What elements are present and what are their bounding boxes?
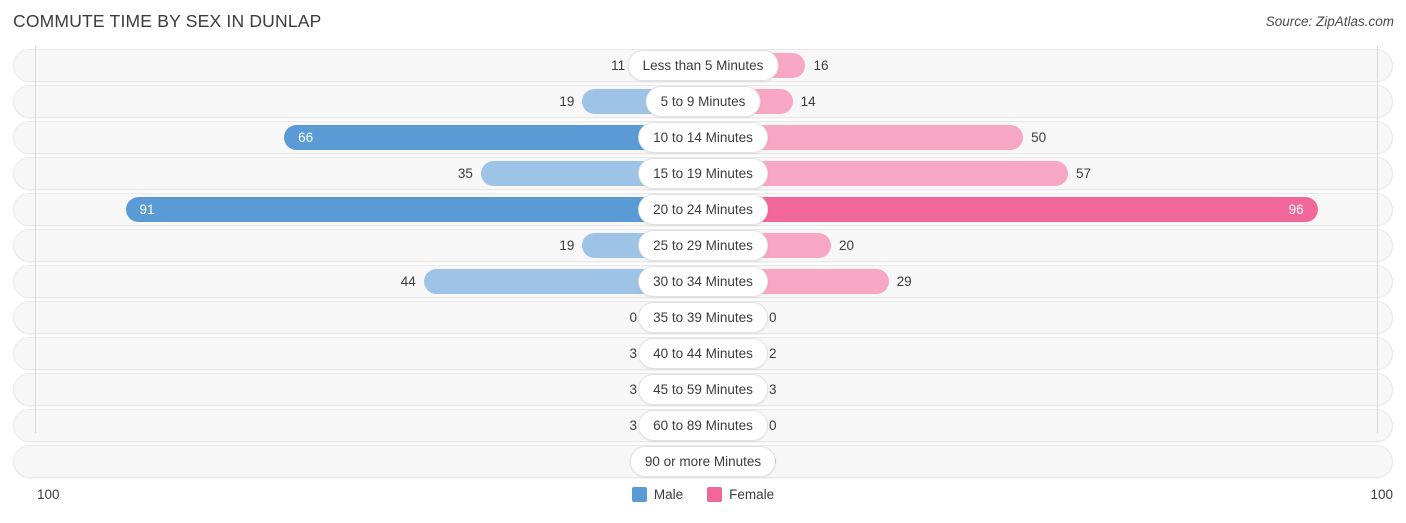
value-label-male: 35 [457,166,473,181]
bar-row: 35 57 15 to 19 Minutes [0,157,1406,190]
row-bars: 91 96 20 to 24 Minutes [0,193,1406,226]
row-bars: 11 16 Less than 5 Minutes [0,49,1406,82]
value-label-female: 29 [896,274,912,289]
row-bars: 3 0 60 to 89 Minutes [0,409,1406,442]
legend-swatch-icon [631,487,647,502]
row-bars: 9 090 or more Minutes [0,445,1406,478]
value-label-female: 96 [1288,202,1304,217]
value-label-male: 91 [139,202,155,217]
chart-footer: 100 100 Male Female [0,485,1406,523]
bar-row: 66 50 10 to 14 Minutes [0,121,1406,154]
category-label: 60 to 89 Minutes [638,410,768,441]
value-label-male: 11 [611,58,626,73]
value-label-male: 9 [579,445,637,478]
category-label: 25 to 29 Minutes [638,230,768,261]
row-bars: 3 2 40 to 44 Minutes [0,337,1406,370]
row-bars: 66 50 10 to 14 Minutes [0,121,1406,154]
value-label-male: 3 [629,418,637,433]
category-label: 20 to 24 Minutes [638,194,768,225]
value-label-male: 0 [629,310,637,325]
row-bars: 3 3 45 to 59 Minutes [0,373,1406,406]
chart-root: COMMUTE TIME BY SEX IN DUNLAP Source: Zi… [0,0,1406,523]
bar-row: 11 16 Less than 5 Minutes [0,49,1406,82]
bar-row: 19 20 25 to 29 Minutes [0,229,1406,262]
value-label-female: 50 [1031,130,1047,145]
value-label-male: 19 [559,238,575,253]
legend-swatch-icon [707,487,723,502]
row-bars: 0 0 35 to 39 Minutes [0,301,1406,334]
bar-row: 9 090 or more Minutes [0,445,1406,478]
source-attribution: Source: ZipAtlas.com [1265,14,1394,29]
value-label-male: 19 [559,94,575,109]
row-bars: 35 57 15 to 19 Minutes [0,157,1406,190]
value-label-male: 3 [629,346,637,361]
bar-row: 19 14 5 to 9 Minutes [0,85,1406,118]
value-label-female: 3 [769,382,777,397]
axis-line-left [35,46,36,433]
axis-line-right [1377,46,1378,433]
row-bars: 44 29 30 to 34 Minutes [0,265,1406,298]
bar-female[interactable] [703,197,1318,222]
category-label: 35 to 39 Minutes [638,302,768,333]
value-label-female: 2 [769,346,777,361]
value-label-female: 0 [769,445,827,478]
legend-label: Male [653,487,684,502]
value-label-female: 0 [769,418,777,433]
bar-row: 3 3 45 to 59 Minutes [0,373,1406,406]
bar-row: 3 0 60 to 89 Minutes [0,409,1406,442]
plot-area: 11 16 Less than 5 Minutes 19 14 5 to 9 Minute… [0,46,1406,485]
chart-legend: Male Female [0,487,1406,502]
category-label: 10 to 14 Minutes [638,122,768,153]
legend-item-male[interactable]: Male [631,487,684,502]
row-bars: 19 20 25 to 29 Minutes [0,229,1406,262]
category-label: 30 to 34 Minutes [638,266,768,297]
page-title: COMMUTE TIME BY SEX IN DUNLAP [13,11,322,31]
bar-row: 91 96 20 to 24 Minutes [0,193,1406,226]
bar-row: 3 2 40 to 44 Minutes [0,337,1406,370]
value-label-male: 44 [400,274,416,289]
value-label-male: 3 [629,382,637,397]
category-label: 90 or more Minutes [629,446,777,477]
value-label-male: 66 [298,130,314,145]
bar-row: 44 29 30 to 34 Minutes [0,265,1406,298]
value-label-female: 14 [800,94,816,109]
value-label-female: 16 [813,58,829,73]
row-bars: 19 14 5 to 9 Minutes [0,85,1406,118]
chart-header: COMMUTE TIME BY SEX IN DUNLAP Source: Zi… [0,0,1406,46]
category-label: 40 to 44 Minutes [638,338,768,369]
category-label: 15 to 19 Minutes [638,158,768,189]
legend-item-female[interactable]: Female [707,487,774,502]
legend-label: Female [729,487,775,502]
bar-male[interactable] [125,197,703,222]
bar-rows: 11 16 Less than 5 Minutes 19 14 5 to 9 Minute… [0,49,1406,481]
value-label-female: 57 [1075,166,1091,181]
value-label-female: 0 [769,310,777,325]
category-label: Less than 5 Minutes [627,50,779,81]
bar-row: 0 0 35 to 39 Minutes [0,301,1406,334]
category-label: 5 to 9 Minutes [645,86,761,117]
category-label: 45 to 59 Minutes [638,374,768,405]
value-label-female: 20 [839,238,855,253]
